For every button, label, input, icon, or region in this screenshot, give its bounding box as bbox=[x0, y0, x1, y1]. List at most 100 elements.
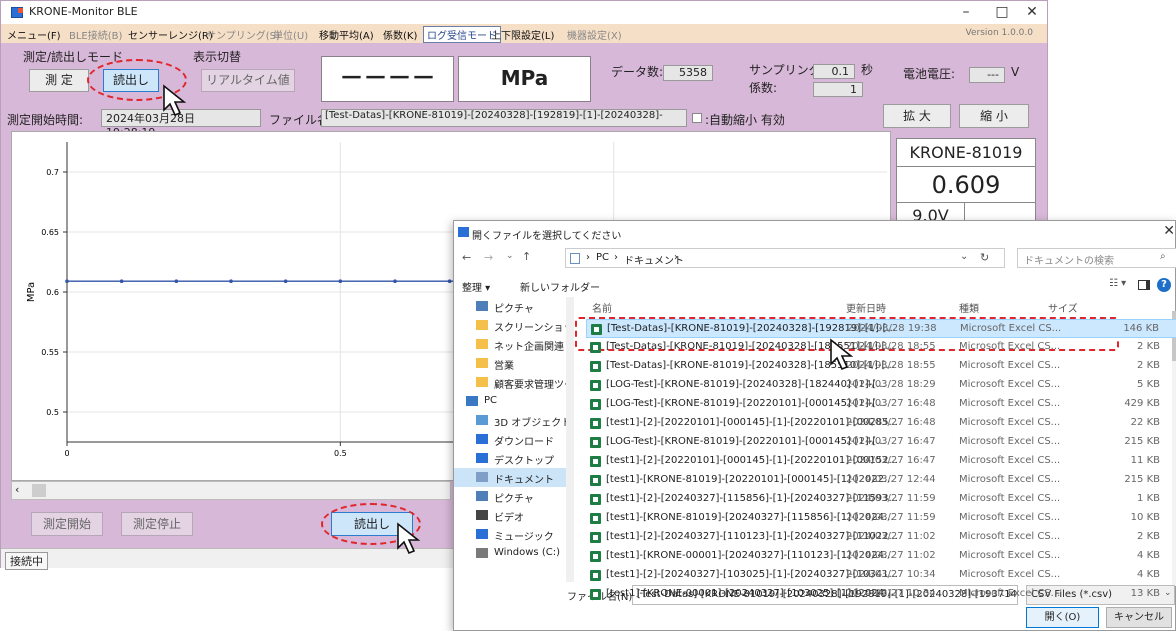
nav-item[interactable]: 顧客要求管理ツー bbox=[454, 373, 566, 392]
file-row[interactable]: [LOG-Test]-[KRONE-81019]-[20240328]-[182… bbox=[586, 376, 1176, 395]
menu-sampling[interactable]: サンプリング(S) bbox=[206, 27, 280, 42]
start-measure-button[interactable]: 測定開始 bbox=[31, 512, 103, 536]
help-icon[interactable]: ? bbox=[1157, 278, 1171, 292]
nav-item[interactable]: ビデオ bbox=[454, 506, 566, 525]
file-row[interactable]: [test1]-[2]-[20240327]-[103025]-[1]-[202… bbox=[586, 566, 1176, 585]
data-point bbox=[174, 279, 179, 283]
nav-item[interactable]: Windows (C:) bbox=[454, 544, 566, 563]
excel-csv-icon bbox=[590, 399, 601, 410]
nav-item-label: Windows (C:) bbox=[494, 547, 560, 558]
nav-item[interactable]: ミュージック bbox=[454, 525, 566, 544]
file-type: Microsoft Excel CS... bbox=[959, 455, 1061, 466]
scroll-left-icon[interactable]: ‹ bbox=[15, 483, 19, 496]
cancel-button[interactable]: キャンセル bbox=[1106, 607, 1172, 628]
close-button[interactable]: ✕ bbox=[1017, 3, 1047, 21]
column-size[interactable]: サイズ bbox=[1048, 300, 1078, 315]
nav-item[interactable]: デスクトップ bbox=[454, 449, 566, 468]
file-size: 5 KB bbox=[1137, 379, 1160, 390]
refresh-icon[interactable]: ↻ bbox=[980, 251, 989, 264]
sampling-value: 0.1 bbox=[813, 64, 855, 79]
nav-item[interactable]: PC bbox=[454, 392, 566, 411]
file-size: 4 KB bbox=[1137, 569, 1160, 580]
nav-item[interactable]: スクリーンショット bbox=[454, 316, 566, 335]
excel-csv-icon bbox=[590, 589, 601, 600]
folder-icon bbox=[476, 320, 488, 330]
file-date: 2024/03/27 11:02 bbox=[846, 550, 936, 561]
menu-log-receive-mode[interactable]: ログ受信モード bbox=[423, 26, 501, 43]
open-button[interactable]: 開く(O) bbox=[1026, 607, 1099, 628]
nav-scrollbar[interactable] bbox=[566, 297, 574, 582]
battery-value: --- bbox=[969, 67, 1005, 83]
nav-item[interactable]: ピクチャ bbox=[454, 487, 566, 506]
file-row[interactable]: [test1]-[KRONE-00001]-[20240327]-[110123… bbox=[586, 547, 1176, 566]
menu-file[interactable]: メニュー(F) bbox=[7, 27, 61, 42]
auto-shrink-checkbox[interactable] bbox=[692, 113, 702, 123]
stop-measure-button[interactable]: 測定停止 bbox=[121, 512, 193, 536]
file-date: 2024/03/27 10:34 bbox=[846, 588, 936, 599]
folder-icon bbox=[476, 301, 488, 311]
address-dropdown-icon[interactable]: ⌄ bbox=[960, 251, 968, 262]
file-date: 2024/03/27 10:34 bbox=[846, 569, 936, 580]
file-row[interactable]: [test1]-[KRONE-00001]-[20240327]-[103025… bbox=[586, 585, 1176, 604]
column-type[interactable]: 種類 bbox=[959, 300, 979, 315]
organize-button[interactable]: 整理 ▾ bbox=[462, 279, 490, 294]
breadcrumb-pc[interactable]: PC bbox=[596, 252, 609, 263]
file-date: 2024/03/27 16:47 bbox=[846, 436, 936, 447]
up-icon[interactable]: ↑ bbox=[522, 250, 531, 263]
excel-csv-icon bbox=[590, 361, 601, 372]
file-type: Microsoft Excel CS... bbox=[959, 360, 1061, 371]
realtime-button[interactable]: リアルタイム値 bbox=[201, 69, 295, 92]
nav-item[interactable]: ダウンロード bbox=[454, 430, 566, 449]
menu-limits[interactable]: 上下限設定(L) bbox=[491, 27, 554, 42]
zoom-out-button[interactable]: 縮 小 bbox=[959, 104, 1029, 128]
file-size: 2 KB bbox=[1137, 341, 1160, 352]
file-type: Microsoft Excel CS... bbox=[959, 493, 1061, 504]
column-date[interactable]: 更新日時 bbox=[846, 300, 886, 315]
menu-coefficient[interactable]: 係数(K) bbox=[383, 27, 417, 42]
scroll-thumb[interactable] bbox=[32, 484, 46, 497]
nav-item[interactable]: ピクチャ bbox=[454, 297, 566, 316]
file-row[interactable]: [test1]-[2]-[20220101]-[000145]-[1]-[202… bbox=[586, 414, 1176, 433]
file-row[interactable]: [test1]-[2]-[20240327]-[115856]-[1]-[202… bbox=[586, 490, 1176, 509]
maximize-button[interactable]: □ bbox=[987, 3, 1017, 21]
file-date: 2024/03/27 16:47 bbox=[846, 455, 936, 466]
file-row[interactable]: [Test-Datas]-[KRONE-81019]-[20240328]-[1… bbox=[586, 357, 1176, 376]
menu-ble[interactable]: BLE接続(B) bbox=[69, 27, 122, 42]
view-options-icon[interactable]: ☷ ▾ bbox=[1109, 278, 1126, 289]
file-row[interactable]: [Test-Datas]-[KRONE-81019]-[20240328]-[1… bbox=[586, 338, 1176, 357]
file-row[interactable]: [test1]-[KRONE-81019]-[20220101]-[000145… bbox=[586, 471, 1176, 490]
address-bar[interactable]: › PC › ドキュメント › ⌄ ↻ bbox=[565, 248, 1005, 268]
nav-item-label: 営業 bbox=[494, 361, 514, 372]
file-type: Microsoft Excel CS... bbox=[959, 550, 1061, 561]
file-row[interactable]: [LOG-Test]-[KRONE-81019]-[20220101]-[000… bbox=[586, 395, 1176, 414]
file-row[interactable]: [LOG-Test]-[KRONE-81019]-[20220101]-[000… bbox=[586, 433, 1176, 452]
file-row[interactable]: [Test-Datas]-[KRONE-81019]-[20240328]-[1… bbox=[586, 319, 1176, 338]
recent-chevron-icon[interactable]: ⌄ bbox=[506, 251, 514, 261]
x-tick-label: 0 bbox=[64, 449, 69, 458]
y-axis-label: MPa bbox=[26, 282, 37, 302]
nav-item[interactable]: ネット企画関連 bbox=[454, 335, 566, 354]
menu-unit[interactable]: 単位(U) bbox=[273, 27, 308, 42]
measure-mode-button[interactable]: 測 定 bbox=[29, 69, 89, 92]
menu-sensor-range[interactable]: センサーレンジ(R) bbox=[128, 27, 213, 42]
dialog-close-icon[interactable]: ✕ bbox=[1163, 223, 1175, 239]
nav-item[interactable]: ドキュメント bbox=[454, 468, 566, 487]
file-row[interactable]: [test1]-[2]-[20240327]-[110123]-[1]-[202… bbox=[586, 528, 1176, 547]
forward-icon[interactable]: → bbox=[484, 251, 493, 264]
zoom-in-button[interactable]: 拡 大 bbox=[883, 104, 951, 128]
new-folder-button[interactable]: 新しいフォルダー bbox=[520, 279, 600, 294]
nav-item[interactable]: 営業 bbox=[454, 354, 566, 373]
folder-icon bbox=[476, 491, 488, 501]
minimize-button[interactable]: – bbox=[951, 3, 981, 21]
back-icon[interactable]: ← bbox=[462, 251, 471, 264]
menu-moving-average[interactable]: 移動平均(A) bbox=[319, 27, 374, 42]
file-row[interactable]: [test1]-[2]-[20220101]-[000145]-[1]-[202… bbox=[586, 452, 1176, 471]
column-name[interactable]: 名前 bbox=[592, 300, 612, 315]
file-row[interactable]: [test1]-[KRONE-81019]-[20240327]-[115856… bbox=[586, 509, 1176, 528]
menu-device-settings[interactable]: 機器設定(X) bbox=[567, 27, 622, 42]
nav-item[interactable]: 3D オブジェクト bbox=[454, 411, 566, 430]
search-input[interactable]: ドキュメントの検索 ⌕ bbox=[1017, 248, 1176, 268]
horizontal-scrollbar[interactable]: ‹ bbox=[11, 481, 451, 500]
mouse-cursor-icon-2 bbox=[397, 522, 421, 555]
preview-pane-icon[interactable] bbox=[1138, 280, 1150, 290]
